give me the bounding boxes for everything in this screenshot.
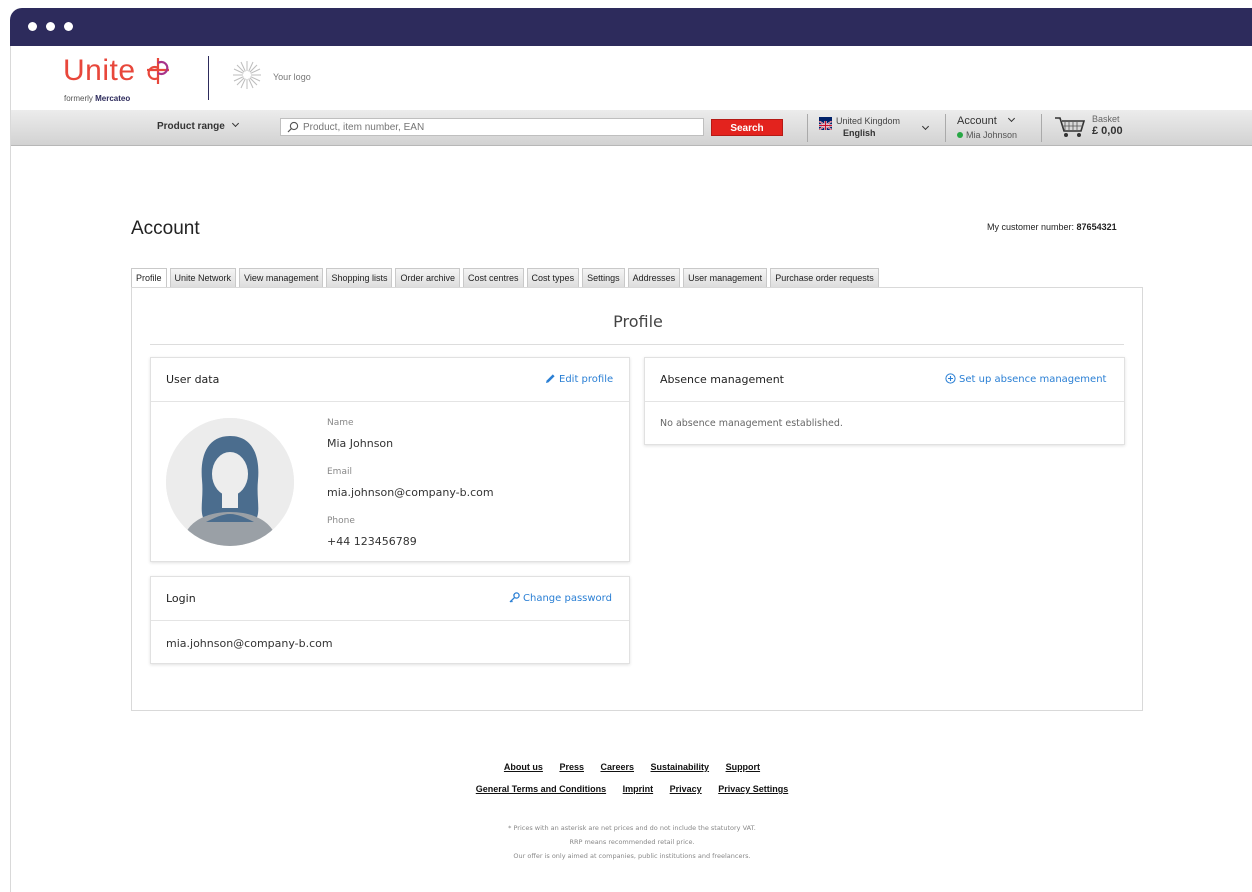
your-logo-icon [233,61,261,89]
main-toolbar: Product range Search United K [11,110,1252,146]
absence-empty-text: No absence management established. [660,418,843,429]
page: Unite formerly Mercateo Your logo Produc… [10,46,1252,892]
profile-heading: Profile [613,312,663,331]
tab-user-management[interactable]: User management [683,268,768,288]
edit-profile-link[interactable]: Edit profile [545,373,613,385]
chevron-down-icon [1007,114,1016,123]
toolbar-divider [807,114,808,142]
search-button[interactable]: Search [711,119,783,136]
toolbar-divider [945,114,946,142]
footer-note-rrp: RRP means recommended retail price. [569,838,695,846]
footer-link-careers[interactable]: Careers [600,762,634,772]
tab-order-archive[interactable]: Order archive [395,268,461,288]
language-name: English [843,128,876,138]
absence-title: Absence management [660,373,784,386]
plus-circle-icon [945,373,956,384]
toolbar-divider [1041,114,1042,142]
logo-divider [208,56,209,100]
tab-purchase-order-requests[interactable]: Purchase order requests [770,268,879,288]
divider [150,344,1124,345]
name-label: Name [327,418,354,428]
pencil-icon [546,374,555,383]
chevron-down-icon [231,119,239,128]
footer-link-press[interactable]: Press [559,762,584,772]
product-range-menu[interactable]: Product range [157,119,239,132]
footer-links-row1: About us Press Careers Sustainability Su… [11,762,1252,772]
page-title: Account [131,218,200,239]
account-menu[interactable]: Account Mia Johnson [955,114,1035,141]
user-data-title: User data [166,373,220,386]
footer-link-imprint[interactable]: Imprint [623,784,654,794]
key-icon [509,592,520,603]
window-titlebar [10,8,1252,46]
set-up-absence-link[interactable]: Set up absence management [945,373,1106,385]
footer-note-audience: Our offer is only aimed at companies, pu… [513,852,751,860]
unite-logo-icon[interactable] [145,56,171,86]
shopping-cart-icon [1055,117,1086,137]
email-value: mia.johnson@company-b.com [327,486,494,499]
user-avatar-icon [166,418,294,546]
search-icon [287,121,299,133]
chevron-down-icon [921,122,930,131]
card-header: Absence management Set up absence manage… [645,358,1124,402]
uk-flag-graphic [818,120,833,131]
tab-settings[interactable]: Settings [582,268,625,288]
tab-unite-network[interactable]: Unite Network [169,268,237,288]
tab-profile[interactable]: Profile [131,268,167,289]
customer-number: My customer number: 87654321 [987,222,1117,232]
country-language-selector[interactable]: United Kingdom English [818,115,937,141]
login-email-value: mia.johnson@company-b.com [166,637,333,650]
brand-header: Unite formerly Mercateo Your logo [11,46,1252,110]
footer-link-terms[interactable]: General Terms and Conditions [476,784,606,794]
country-name: United Kingdom [836,116,901,126]
change-password-link[interactable]: Change password [509,592,612,604]
footer-link-privacy-settings[interactable]: Privacy Settings [718,784,788,794]
phone-value: +44 123456789 [327,535,417,548]
unite-logo-text[interactable]: Unite [63,54,136,88]
account-user-name: Mia Johnson [966,130,1018,140]
footer-link-about-us[interactable]: About us [504,762,543,772]
footer-note-vat: * Prices with an asterisk are net prices… [508,824,756,832]
basket-label: Basket [1092,114,1120,124]
window-maximize-dot[interactable] [64,22,73,31]
account-label: Account [957,115,997,127]
email-label: Email [327,467,352,477]
phone-label: Phone [327,516,355,526]
tab-shopping-lists[interactable]: Shopping lists [326,268,393,288]
avatar [166,418,294,546]
card-header: Login Change password [151,577,629,621]
footer-links-row2: General Terms and Conditions Imprint Pri… [11,784,1252,794]
search-input[interactable] [303,120,699,134]
account-tabs: Profile Unite Network View management Sh… [131,268,882,289]
logo-formerly: formerly Mercateo [64,94,131,103]
tab-cost-centres[interactable]: Cost centres [463,268,524,288]
basket-total: £ 0,00 [1092,125,1123,137]
window-close-dot[interactable] [28,22,37,31]
footer-link-support[interactable]: Support [726,762,761,772]
card-header: User data Edit profile [151,358,629,402]
basket-button[interactable]: Basket £ 0,00 [1054,114,1154,142]
login-title: Login [166,592,196,605]
login-card: Login Change password mia.johnson@compan… [150,576,630,664]
your-logo-text: Your logo [273,72,311,82]
window-minimize-dot[interactable] [46,22,55,31]
online-status-icon [957,132,963,138]
footer-link-privacy[interactable]: Privacy [670,784,702,794]
absence-management-card: Absence management Set up absence manage… [644,357,1125,445]
tab-cost-types[interactable]: Cost types [526,268,580,288]
user-data-card: User data Edit profile Name Mia Johnson … [150,357,630,562]
profile-panel: Profile User data Edit profile Name Mia … [131,287,1143,711]
tab-view-management[interactable]: View management [239,268,324,288]
uk-flag-icon [818,117,833,131]
tab-addresses[interactable]: Addresses [627,268,681,288]
name-value: Mia Johnson [327,437,394,450]
search-field[interactable] [280,118,704,136]
footer-link-sustainability[interactable]: Sustainability [651,762,710,772]
